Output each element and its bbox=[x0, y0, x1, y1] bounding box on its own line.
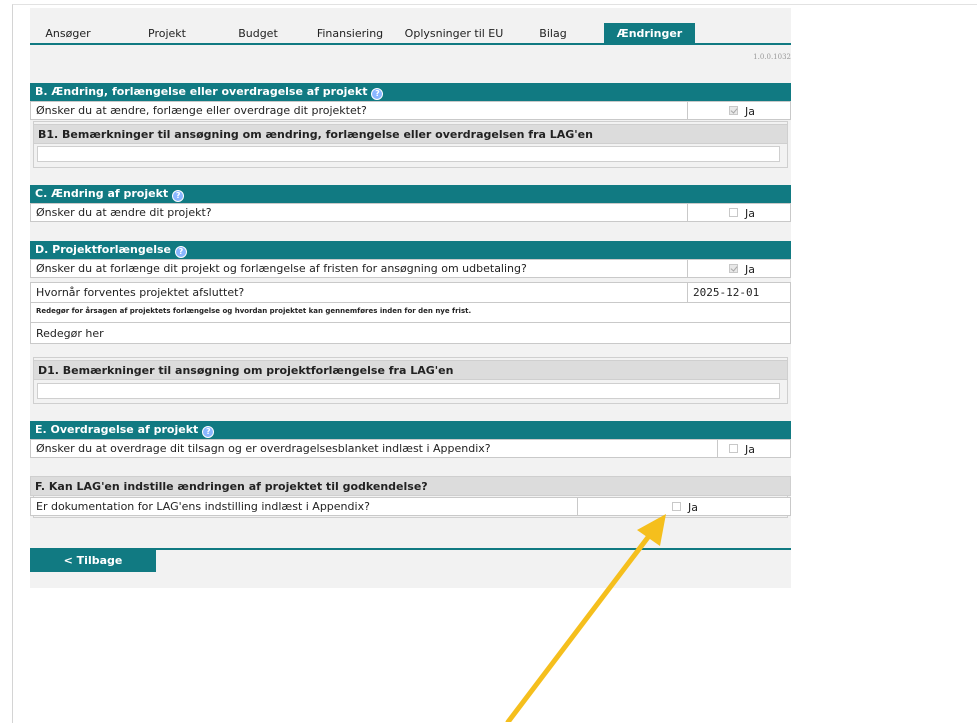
arrow-shaft bbox=[505, 529, 655, 722]
annotation-arrow-icon bbox=[505, 514, 666, 722]
arrow-head bbox=[637, 514, 666, 546]
